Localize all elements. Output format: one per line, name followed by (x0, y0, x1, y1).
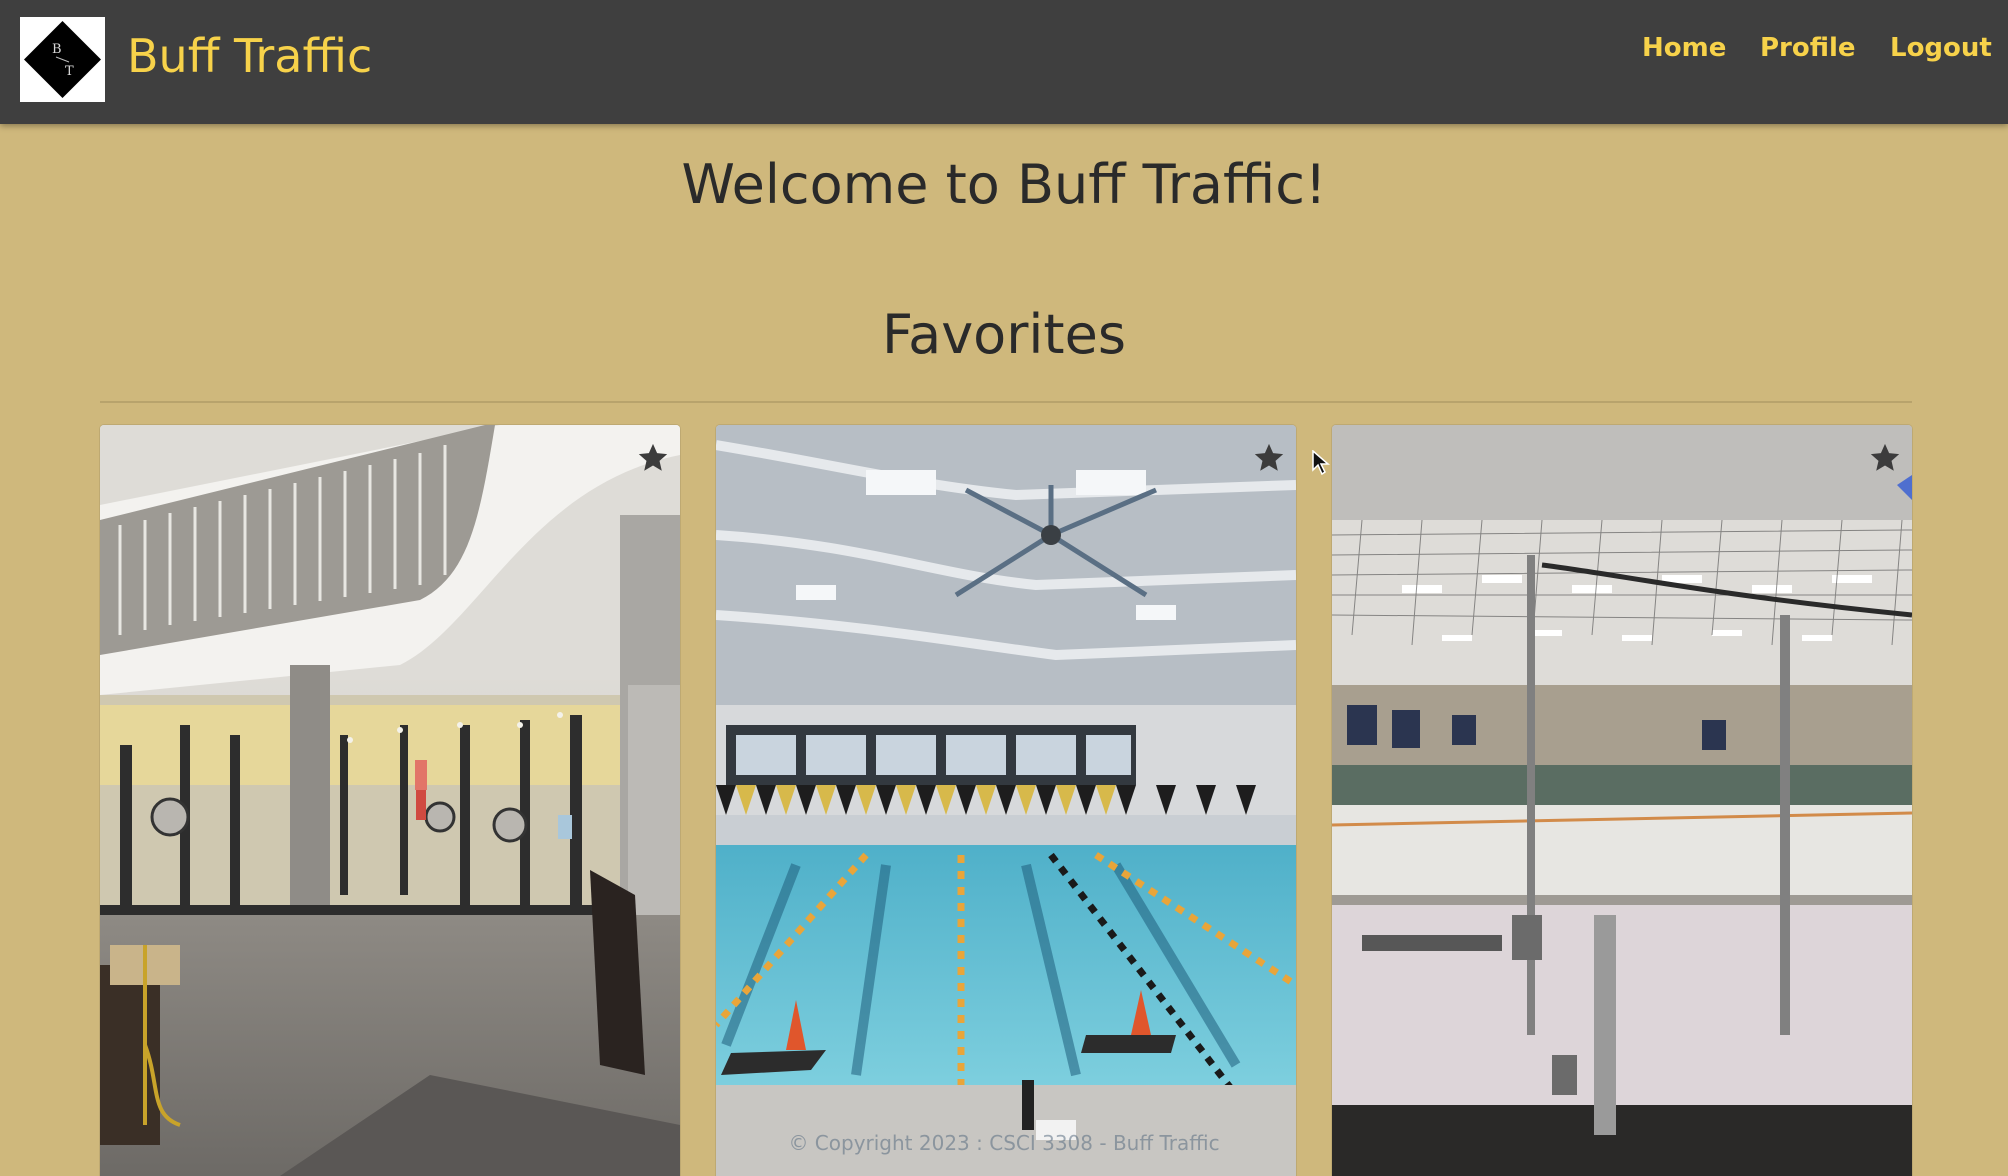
favorite-star-button[interactable] (1252, 441, 1286, 475)
navbar: B T Buff Traffic Home Profile Logout (0, 0, 2008, 124)
footer-copyright: © Copyright 2023 : CSCI 3308 - Buff Traf… (788, 1131, 1220, 1155)
star-icon (638, 443, 668, 471)
nav-logout-link[interactable]: Logout (1890, 30, 1992, 66)
star-icon (1254, 443, 1284, 471)
star-icon (1870, 443, 1900, 471)
favorite-star-button[interactable] (1868, 441, 1902, 475)
mouse-cursor-icon (1312, 450, 1330, 476)
ice-rink-photo (1332, 425, 1912, 1176)
pool-photo (716, 425, 1296, 1176)
brand-title[interactable]: Buff Traffic (127, 26, 372, 86)
logo-letter-b: B (52, 42, 62, 57)
favorites-heading: Favorites (882, 303, 1126, 366)
logo[interactable]: B T (20, 17, 105, 102)
favorite-card-pool[interactable] (716, 425, 1296, 1176)
nav-profile-link[interactable]: Profile (1760, 30, 1856, 66)
favorite-card-weight-room[interactable] (100, 425, 680, 1176)
section-divider (100, 401, 1912, 403)
favorite-star-button[interactable] (636, 441, 670, 475)
favorite-card-ice-rink[interactable] (1332, 425, 1912, 1176)
logo-diamond-icon: B T (20, 17, 105, 102)
welcome-heading: Welcome to Buff Traffic! (681, 153, 1327, 216)
nav-home-link[interactable]: Home (1642, 30, 1726, 66)
logo-letter-t: T (65, 64, 74, 79)
weight-room-photo (100, 425, 680, 1176)
